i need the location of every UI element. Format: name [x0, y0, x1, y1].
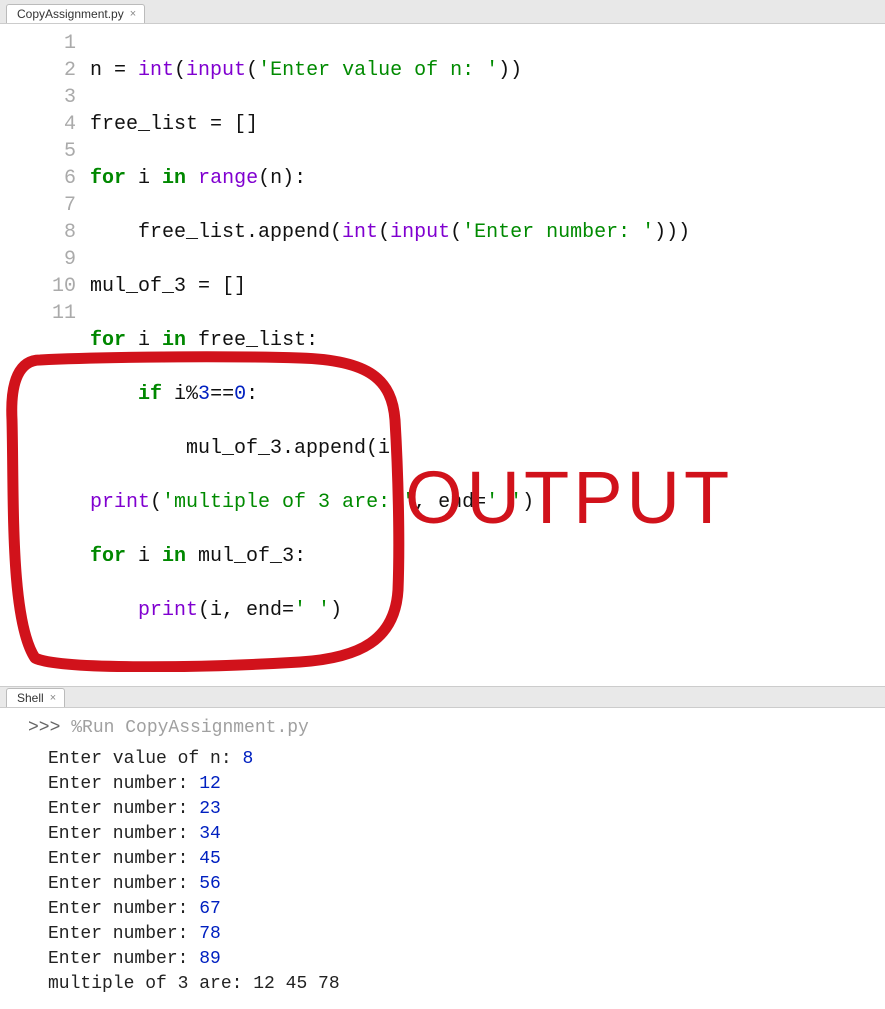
line-number: 9	[0, 246, 76, 273]
code-line[interactable]: free_list = []	[90, 111, 885, 138]
code-line[interactable]: mul_of_3 = []	[90, 273, 885, 300]
line-number: 11	[0, 300, 76, 327]
code-line[interactable]: print('multiple of 3 are: ', end=' ')	[90, 489, 885, 516]
shell-output-line: Enter number: 23	[28, 797, 857, 822]
line-number: 6	[0, 165, 76, 192]
shell-pane[interactable]: >>> %Run CopyAssignment.py Enter value o…	[0, 708, 885, 1009]
shell-output-line: Enter number: 56	[28, 872, 857, 897]
shell-tab-label: Shell	[17, 691, 44, 705]
line-number: 7	[0, 192, 76, 219]
editor-tab-bar: CopyAssignment.py ×	[0, 0, 885, 24]
shell-output-line: Enter number: 45	[28, 847, 857, 872]
line-number: 3	[0, 84, 76, 111]
code-line[interactable]: for i in free_list:	[90, 327, 885, 354]
shell-output-line: Enter number: 89	[28, 947, 857, 972]
code-line[interactable]: for i in mul_of_3:	[90, 543, 885, 570]
code-area[interactable]: n = int(input('Enter value of n: ')) fre…	[90, 30, 885, 678]
editor-tab-label: CopyAssignment.py	[17, 7, 124, 21]
code-line[interactable]: if i%3==0:	[90, 381, 885, 408]
code-line[interactable]: free_list.append(int(input('Enter number…	[90, 219, 885, 246]
line-number: 2	[0, 57, 76, 84]
line-number: 1	[0, 30, 76, 57]
shell-output-line: Enter number: 34	[28, 822, 857, 847]
line-number: 4	[0, 111, 76, 138]
shell-tab-bar: Shell ×	[0, 686, 885, 708]
code-editor[interactable]: 1 2 3 4 5 6 7 8 9 10 11 n = int(input('E…	[0, 24, 885, 686]
shell-prompt: >>>	[28, 718, 71, 738]
code-line[interactable]: n = int(input('Enter value of n: '))	[90, 57, 885, 84]
shell-output-line: Enter number: 67	[28, 897, 857, 922]
line-number-gutter: 1 2 3 4 5 6 7 8 9 10 11	[0, 30, 90, 678]
line-number: 10	[0, 273, 76, 300]
line-number: 5	[0, 138, 76, 165]
code-line[interactable]: print(i, end=' ')	[90, 597, 885, 624]
shell-run-command: %Run CopyAssignment.py	[71, 718, 309, 738]
editor-tab[interactable]: CopyAssignment.py ×	[6, 4, 145, 23]
shell-command-line: >>> %Run CopyAssignment.py	[28, 716, 857, 741]
shell-output-line: Enter number: 12	[28, 772, 857, 797]
shell-result-line: multiple of 3 are: 12 45 78	[28, 972, 857, 997]
line-number: 8	[0, 219, 76, 246]
code-line[interactable]: for i in range(n):	[90, 165, 885, 192]
shell-output-line: Enter value of n: 8	[28, 747, 857, 772]
shell-tab[interactable]: Shell ×	[6, 688, 65, 707]
code-line[interactable]: mul_of_3.append(i)	[90, 435, 885, 462]
close-icon[interactable]: ×	[50, 692, 56, 704]
close-icon[interactable]: ×	[130, 8, 136, 20]
shell-output-line: Enter number: 78	[28, 922, 857, 947]
